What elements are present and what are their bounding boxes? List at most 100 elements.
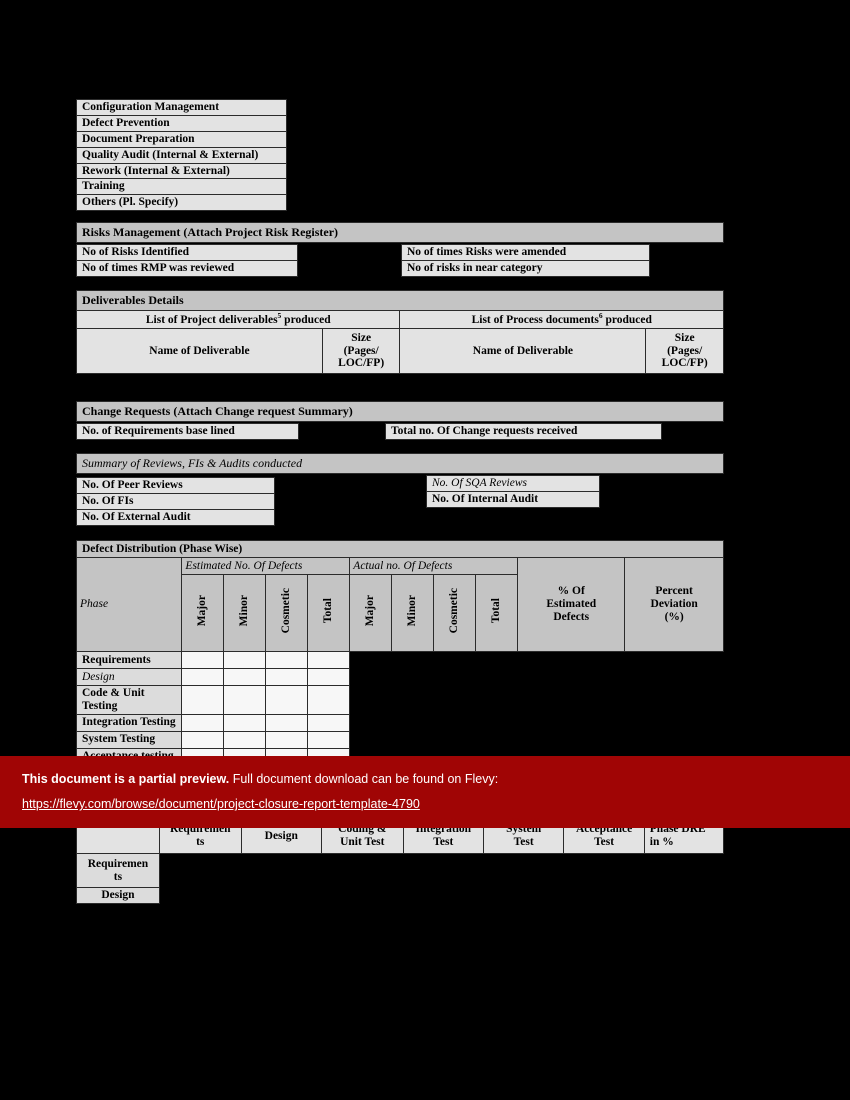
defect-cell[interactable] [181,651,225,669]
dre-cell[interactable] [643,853,725,888]
table-row: Deliverables Details [76,290,724,311]
defect-cell[interactable] [517,730,626,749]
defect-cell[interactable] [624,668,724,686]
cod-line-2: Unit Test [340,836,385,848]
dre-cell[interactable] [158,887,242,904]
size-line-2: (Pages/ [667,344,703,357]
defect-cell[interactable] [265,730,309,749]
dre-cell[interactable] [643,887,725,904]
defect-cell[interactable] [307,685,351,715]
dre-cell[interactable] [240,853,322,888]
defect-cell[interactable] [265,685,309,715]
defect-cell[interactable] [475,668,519,686]
defect-cell[interactable] [391,713,435,732]
risks-row-label: No of risks in near category [401,260,650,277]
dre-cell[interactable] [320,853,404,888]
defect-cell[interactable] [349,730,393,749]
defect-distribution-title: Defect Distribution (Phase Wise) [76,540,724,558]
defect-cell[interactable] [475,713,519,732]
dre-cell[interactable] [482,887,565,904]
defect-cell[interactable] [265,668,309,686]
dre-cell[interactable] [402,853,485,888]
defect-cell[interactable] [223,685,267,715]
row-req-line-1: Requiremen [87,857,149,870]
defect-cell[interactable] [624,713,724,732]
defect-cell[interactable] [181,685,225,715]
table-row: Quality Audit (Internal & External) [76,146,287,164]
defect-cell[interactable] [624,685,724,715]
deliverables-details-title: Deliverables Details [76,290,724,311]
defect-cell[interactable] [265,713,309,732]
activity-item: Configuration Management [76,99,287,116]
defect-cell[interactable] [265,651,309,669]
defect-cell[interactable] [307,730,351,749]
defect-cell[interactable] [517,651,626,669]
change-requests-right-table: Total no. Of Change requests received [385,423,662,440]
row-header-requirements: Requiremen ts [76,853,160,888]
column-header-estimated-minor: Minor [223,574,267,652]
dre-cell[interactable] [482,853,565,888]
defect-cell[interactable] [433,730,477,749]
defect-cell[interactable] [349,668,393,686]
dre-cell[interactable] [158,853,242,888]
preview-banner-url[interactable]: https://flevy.com/browse/document/projec… [22,797,420,811]
defect-cell[interactable] [307,651,351,669]
pct-line-3: Defects [553,610,590,623]
defect-cell[interactable] [475,685,519,715]
defect-cell[interactable] [349,651,393,669]
defect-cell[interactable] [517,713,626,732]
table-row: Code & Unit Testing [75,685,724,715]
table-row: Design [76,887,725,904]
group-label-tail: produced [284,313,331,326]
defect-cell[interactable] [307,713,351,732]
group-header-actual: Actual no. Of Defects [349,557,519,575]
defect-cell[interactable] [181,713,225,732]
defect-cell[interactable] [223,668,267,686]
table-row: Change Requests (Attach Change request S… [76,401,724,422]
table-row: Rework (Internal & External) [76,162,287,180]
defect-cell[interactable] [349,685,393,715]
defect-cell[interactable] [307,668,351,686]
defect-cell[interactable] [391,730,435,749]
group-label-tail: produced [605,313,652,326]
defect-cell[interactable] [475,651,519,669]
defect-cell[interactable] [517,685,626,715]
defect-cell[interactable] [391,651,435,669]
defect-cell[interactable] [517,668,626,686]
dre-cell[interactable] [402,887,485,904]
dev-line-2: Deviation [650,598,698,611]
defect-cell[interactable] [624,730,724,749]
dre-cell[interactable] [240,887,322,904]
cr-row-label: Total no. Of Change requests received [385,423,662,440]
pct-line-1: % Of [557,585,585,598]
defect-cell[interactable] [624,651,724,669]
column-header-actual-minor: Minor [391,574,435,652]
reviews-left-table: No. Of Peer Reviews No. Of FIs No. Of Ex… [76,477,275,526]
defect-cell[interactable] [433,651,477,669]
section-title: Change Requests (Attach Change request S… [76,401,724,422]
defect-cell[interactable] [433,713,477,732]
defect-cell[interactable] [391,685,435,715]
deliverables-group-header-process: List of Process documents6 produced [399,310,724,329]
dre-cell[interactable] [320,887,404,904]
defect-cell[interactable] [433,668,477,686]
defect-cell[interactable] [223,730,267,749]
dre-cell[interactable] [563,887,645,904]
dev-line-3: (%) [664,610,684,623]
section-title: Summary of Reviews, FIs & Audits conduct… [76,453,724,474]
defect-cell[interactable] [475,730,519,749]
defect-cell[interactable] [433,685,477,715]
dre-cell[interactable] [563,853,645,888]
table-row: No of times Risks were amended [401,244,650,261]
document-page: Configuration Management Defect Preventi… [0,0,850,1100]
defect-cell[interactable] [223,713,267,732]
table-row: System Testing [75,730,724,749]
defect-distribution-table: Phase Estimated No. Of Defects Actual no… [75,557,724,783]
defect-cell[interactable] [181,668,225,686]
column-header-actual-total: Total [475,574,519,652]
defect-cell[interactable] [391,668,435,686]
defect-cell[interactable] [349,713,393,732]
defect-cell[interactable] [223,651,267,669]
dre-line-2: in % [649,836,674,848]
defect-cell[interactable] [181,730,225,749]
